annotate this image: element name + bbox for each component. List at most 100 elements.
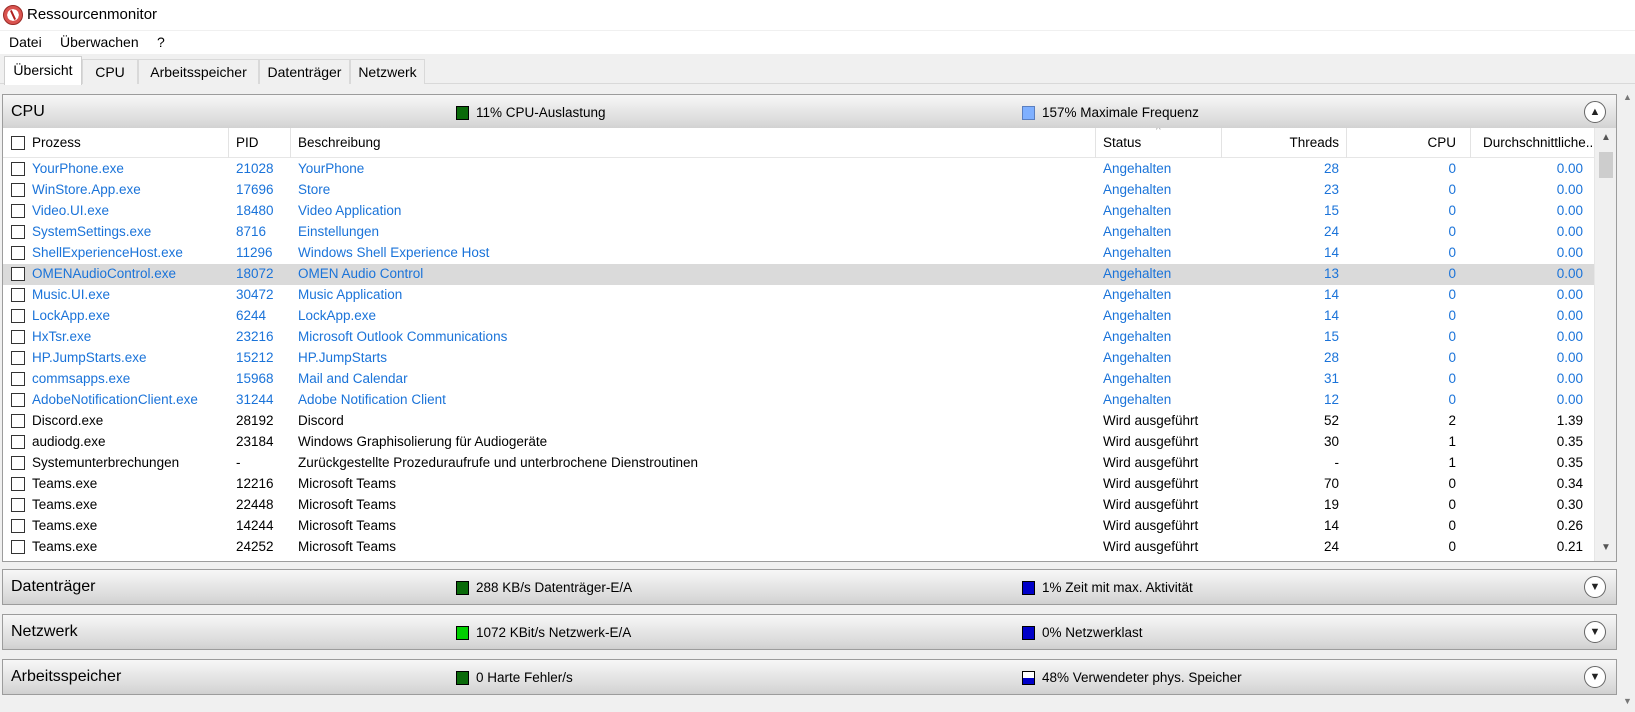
table-row[interactable]: Music.UI.exe 30472 Music Application Angeha… — [3, 285, 1596, 306]
table-row[interactable]: Systemunterbrechungen - Zurückgestellte Pr… — [3, 453, 1596, 474]
process-description: HP.JumpStarts — [298, 350, 388, 365]
row-checkbox[interactable] — [11, 540, 25, 554]
tab-uebersicht[interactable]: Übersicht — [4, 56, 82, 85]
col-prozess[interactable]: Prozess — [32, 135, 81, 150]
row-checkbox[interactable] — [11, 351, 25, 365]
process-description: Store — [298, 182, 331, 197]
process-avg-cpu: 1.39 — [1556, 413, 1583, 428]
table-row[interactable]: Video.UI.exe 18480 Video Application Angeha… — [3, 201, 1596, 222]
process-pid: 21028 — [236, 161, 274, 176]
table-row[interactable]: HxTsr.exe 23216 Microsoft Outlook Communic… — [3, 327, 1596, 348]
menu-datei[interactable]: Datei — [9, 34, 42, 50]
col-status[interactable]: Status — [1103, 135, 1141, 150]
vertical-scrollbar[interactable]: ▲ ▼ — [1594, 128, 1616, 561]
scroll-up-icon[interactable]: ▲ — [1601, 132, 1611, 143]
process-pid: 31244 — [236, 392, 274, 407]
table-row[interactable]: OMENAudioControl.exe 18072 OMEN Audio Cont… — [3, 264, 1596, 285]
scroll-thumb[interactable] — [1599, 152, 1613, 178]
expand-disk-button[interactable]: ▼ — [1584, 576, 1606, 598]
select-all-checkbox[interactable] — [11, 136, 25, 150]
row-checkbox[interactable] — [11, 456, 25, 470]
table-row[interactable]: Teams.exe 24252 Microsoft Teams Wird ausgef… — [3, 537, 1596, 558]
col-threads[interactable]: Threads — [1229, 135, 1339, 150]
row-checkbox[interactable] — [11, 162, 25, 176]
menu-ueberwachen[interactable]: Überwachen — [60, 34, 139, 50]
table-row[interactable]: Discord.exe 28192 Discord Wird ausgeführt 52… — [3, 411, 1596, 432]
table-row[interactable]: AdobeNotificationClient.exe 31244 Adobe No… — [3, 390, 1596, 411]
table-row[interactable]: Teams.exe 14244 Microsoft Teams Wird ausgef… — [3, 516, 1596, 537]
table-row[interactable]: Teams.exe 12216 Microsoft Teams Wird ausgef… — [3, 474, 1596, 495]
table-row[interactable]: SystemSettings.exe 8716 Einstellungen Angeh… — [3, 222, 1596, 243]
col-cpu[interactable]: CPU — [1353, 135, 1456, 150]
process-threads: 28 — [1323, 350, 1339, 365]
row-checkbox[interactable] — [11, 498, 25, 512]
window-scroll-down-icon[interactable]: ▼ — [1623, 696, 1632, 706]
process-threads: 13 — [1323, 266, 1339, 281]
process-cpu: 0 — [1448, 371, 1456, 386]
row-checkbox[interactable] — [11, 393, 25, 407]
chevron-down-icon: ▼ — [1589, 581, 1601, 593]
process-name: Systemunterbrechungen — [32, 455, 180, 470]
scroll-down-icon[interactable]: ▼ — [1601, 542, 1611, 553]
menu-help[interactable]: ? — [157, 34, 165, 50]
process-threads: 24 — [1323, 224, 1339, 239]
process-cpu: 0 — [1448, 497, 1456, 512]
collapse-cpu-button[interactable]: ▲ — [1584, 101, 1606, 123]
process-avg-cpu: 0.00 — [1556, 182, 1583, 197]
network-section-header[interactable]: Netzwerk 1072 KBit/s Netzwerk-E/A 0% Net… — [2, 614, 1617, 650]
process-status: Wird ausgeführt — [1103, 455, 1199, 470]
hard-faults-swatch — [456, 670, 469, 685]
tab-bar: Übersicht CPU Arbeitsspeicher Datenträge… — [0, 54, 1635, 85]
cpu-section-header[interactable]: CPU 11% CPU-Auslastung 157% Maximale Fre… — [2, 94, 1617, 130]
process-name: Teams.exe — [32, 518, 98, 533]
process-cpu: 0 — [1448, 392, 1456, 407]
expand-network-button[interactable]: ▼ — [1584, 621, 1606, 643]
row-checkbox[interactable] — [11, 330, 25, 344]
row-checkbox[interactable] — [11, 183, 25, 197]
table-row[interactable]: ShellExperienceHost.exe 11296 Windows Shel… — [3, 243, 1596, 264]
row-checkbox[interactable] — [11, 372, 25, 386]
process-cpu: 0 — [1448, 182, 1456, 197]
table-row[interactable]: WinStore.App.exe 17696 Store Angehalten 23 0 0… — [3, 180, 1596, 201]
row-checkbox[interactable] — [11, 309, 25, 323]
row-checkbox[interactable] — [11, 246, 25, 260]
table-row[interactable]: YourPhone.exe 21028 YourPhone Angehalten 28 0… — [3, 159, 1596, 180]
row-checkbox[interactable] — [11, 225, 25, 239]
tab-cpu[interactable]: CPU — [82, 59, 138, 84]
row-checkbox[interactable] — [11, 414, 25, 428]
process-name: Teams.exe — [32, 497, 98, 512]
sort-caret-icon: ^ — [1156, 128, 1161, 136]
table-row[interactable]: Teams.exe 22448 Microsoft Teams Wird ausgef… — [3, 495, 1596, 516]
tab-netzwerk[interactable]: Netzwerk — [350, 59, 425, 84]
tab-arbeitsspeicher[interactable]: Arbeitsspeicher — [138, 59, 259, 84]
window-scrollbar[interactable]: ▲ ▼ — [1619, 84, 1635, 712]
window-scroll-up-icon[interactable]: ▲ — [1623, 92, 1632, 102]
col-pid[interactable]: PID — [236, 135, 259, 150]
process-description: Adobe Notification Client — [298, 392, 446, 407]
row-checkbox[interactable] — [11, 288, 25, 302]
tab-datentraeger[interactable]: Datenträger — [259, 59, 350, 84]
process-cpu: 1 — [1448, 455, 1456, 470]
col-avg-cpu[interactable]: Durchschnittliche... — [1483, 135, 1593, 150]
memory-section-header[interactable]: Arbeitsspeicher 0 Harte Fehler/s 48% Ver… — [2, 659, 1617, 695]
disk-activity-label: 1% Zeit mit max. Aktivität — [1042, 580, 1193, 595]
process-status: Angehalten — [1103, 245, 1172, 260]
table-row[interactable]: audiodg.exe 23184 Windows Graphisolierung … — [3, 432, 1596, 453]
col-beschreibung[interactable]: Beschreibung — [298, 135, 381, 150]
row-checkbox[interactable] — [11, 204, 25, 218]
row-checkbox[interactable] — [11, 477, 25, 491]
row-checkbox[interactable] — [11, 267, 25, 281]
process-name: Discord.exe — [32, 413, 104, 428]
row-checkbox[interactable] — [11, 435, 25, 449]
table-row[interactable]: LockApp.exe 6244 LockApp.exe Angehalten 14 0 0… — [3, 306, 1596, 327]
process-avg-cpu: 0.00 — [1556, 203, 1583, 218]
table-row[interactable]: HP.JumpStarts.exe 15212 HP.JumpStarts Angeh… — [3, 348, 1596, 369]
process-pid: 24252 — [236, 539, 274, 554]
disk-section-header[interactable]: Datenträger 288 KB/s Datenträger-E/A 1% … — [2, 569, 1617, 605]
row-checkbox[interactable] — [11, 519, 25, 533]
process-cpu: 0 — [1448, 287, 1456, 302]
cpu-frequency-swatch — [1022, 105, 1035, 120]
process-description: Microsoft Teams — [298, 539, 397, 554]
table-row[interactable]: commsapps.exe 15968 Mail and Calendar Angeh… — [3, 369, 1596, 390]
expand-memory-button[interactable]: ▼ — [1584, 666, 1606, 688]
